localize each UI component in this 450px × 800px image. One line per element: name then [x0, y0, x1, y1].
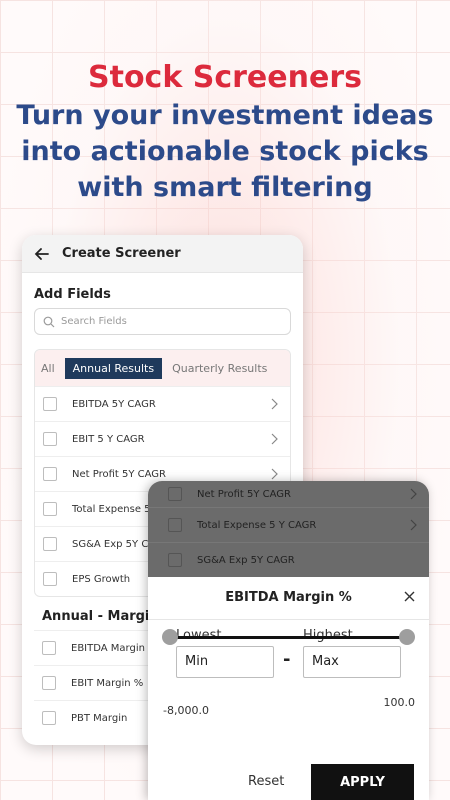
page-title: Create Screener: [62, 246, 181, 261]
hero-subtitle: Turn your investment ideas into actionab…: [16, 100, 434, 203]
list-item: Total Expense 5 Y CAGR: [148, 507, 429, 542]
tab-all[interactable]: All: [41, 362, 55, 375]
list-item[interactable]: EBIT 5 Y CAGR: [35, 421, 290, 456]
checkbox[interactable]: [43, 432, 57, 446]
checkbox: [168, 487, 182, 501]
min-input[interactable]: Min: [176, 646, 274, 678]
back-arrow-icon[interactable]: [34, 246, 50, 262]
range-max-label: 100.0: [383, 696, 416, 709]
add-fields-heading: Add Fields: [34, 287, 111, 302]
item-label: Net Profit 5Y CAGR: [197, 488, 291, 500]
checkbox[interactable]: [43, 397, 57, 411]
close-icon[interactable]: [404, 591, 415, 602]
list-item: Net Profit 5Y CAGR: [148, 481, 429, 507]
chevron-right-icon: [271, 398, 278, 410]
tab-annual-results[interactable]: Annual Results: [64, 357, 163, 379]
item-label: EBITDA Margin %: [71, 642, 158, 654]
range-slider-track[interactable]: [170, 636, 407, 639]
chevron-right-icon: [410, 488, 417, 500]
item-label: EBIT 5 Y CAGR: [72, 433, 145, 445]
list-item[interactable]: EBITDA 5Y CAGR: [35, 386, 290, 421]
checkbox[interactable]: [43, 572, 57, 586]
item-label: SG&A Exp 5Y CAGR: [197, 554, 295, 566]
checkbox[interactable]: [43, 467, 57, 481]
tab-quarterly-results[interactable]: Quarterly Results: [172, 362, 267, 375]
chevron-right-icon: [271, 433, 278, 445]
checkbox[interactable]: [43, 537, 57, 551]
range-inputs: Min - Max: [148, 646, 429, 682]
sheet-title: EBITDA Margin %: [225, 590, 352, 605]
slider-max-handle[interactable]: [399, 629, 415, 645]
filter-bottom-sheet: Net Profit 5Y CAGR Total Expense 5 Y CAG…: [148, 481, 429, 800]
tab-bar: All Annual Results Quarterly Results: [35, 350, 290, 386]
item-label: EPS Growth: [72, 573, 131, 585]
apply-button[interactable]: APPLY: [311, 764, 414, 800]
hero-title: Stock Screeners: [88, 60, 362, 95]
checkbox[interactable]: [43, 502, 57, 516]
search-icon: [43, 316, 55, 327]
slider-area: -8,000.0 100.0: [148, 682, 429, 718]
max-input[interactable]: Max: [303, 646, 401, 678]
checkbox[interactable]: [42, 711, 56, 725]
item-label: EBIT Margin %: [71, 677, 144, 689]
slider-min-handle[interactable]: [162, 629, 178, 645]
range-labels: Lowest Highest: [148, 620, 429, 646]
checkbox[interactable]: [42, 676, 56, 690]
range-filter-sheet: EBITDA Margin % Lowest Highest Min - Max…: [148, 577, 429, 800]
range-dash: -: [283, 649, 291, 670]
checkbox: [168, 553, 182, 567]
range-min-label: -8,000.0: [163, 704, 209, 717]
hero-text: Stock Screeners Turn your investment ide…: [0, 60, 450, 206]
search-placeholder: Search Fields: [61, 316, 127, 327]
item-label: Total Expense 5 Y CAGR: [197, 519, 317, 531]
reset-button[interactable]: Reset: [248, 774, 284, 789]
search-input[interactable]: Search Fields: [34, 308, 291, 335]
item-label: Net Profit 5Y CAGR: [72, 468, 166, 480]
app-header: Create Screener: [22, 235, 303, 273]
list-item: SG&A Exp 5Y CAGR: [148, 542, 429, 577]
chevron-right-icon: [410, 519, 417, 531]
dimmed-list: Net Profit 5Y CAGR Total Expense 5 Y CAG…: [148, 481, 429, 577]
chevron-right-icon: [271, 468, 278, 480]
checkbox[interactable]: [42, 641, 56, 655]
item-label: EBITDA 5Y CAGR: [72, 398, 156, 410]
checkbox: [168, 518, 182, 532]
item-label: PBT Margin: [71, 712, 128, 724]
